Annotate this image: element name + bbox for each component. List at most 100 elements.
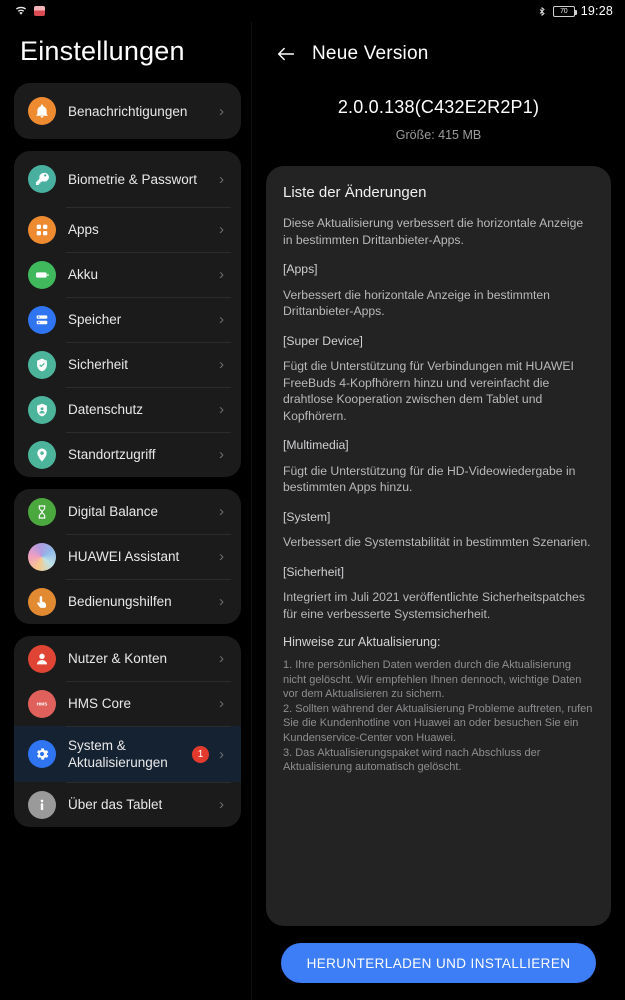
privacy-shield-icon-glyph bbox=[34, 402, 50, 418]
version-number: 2.0.0.138(C432E2R2P1) bbox=[337, 97, 540, 117]
row-divider bbox=[66, 297, 231, 298]
row-divider bbox=[66, 681, 231, 682]
storage-icon bbox=[28, 305, 56, 334]
sidebar-item-label: Datenschutz bbox=[68, 402, 144, 417]
hourglass-icon-glyph bbox=[34, 504, 50, 520]
changelog-summary: Diese Aktualisierung verbessert die hori… bbox=[283, 216, 584, 247]
chevron-right-icon: › bbox=[219, 593, 224, 610]
battery-icon: 70 bbox=[552, 5, 577, 17]
chevron-right-icon: › bbox=[219, 796, 224, 813]
key-icon bbox=[28, 165, 56, 193]
row-divider bbox=[66, 207, 231, 208]
changelog-section-head: [Super Device] bbox=[283, 333, 363, 348]
user-account-icon bbox=[28, 644, 56, 673]
hms-core-icon-glyph: HMS bbox=[34, 696, 50, 712]
chevron-right-icon: › bbox=[219, 221, 224, 238]
row-divider bbox=[66, 432, 231, 433]
sidebar-item-benachrichtigungen[interactable]: Benachrichtigungen › bbox=[14, 83, 241, 139]
chevron-right-icon: › bbox=[219, 266, 224, 283]
back-arrow-icon[interactable] bbox=[274, 42, 298, 66]
sidebar-item-hms-core[interactable]: HMS HMS Core › bbox=[14, 681, 241, 726]
chevron-right-icon: › bbox=[219, 170, 224, 188]
bell-icon-glyph bbox=[34, 103, 50, 119]
sidebar-group: Nutzer & Konten › HMS HMS Core › System & Akt… bbox=[14, 636, 241, 827]
row-divider bbox=[66, 252, 231, 253]
changelog-card: Liste der Änderungen Diese Aktualisierun… bbox=[266, 166, 611, 926]
chevron-right-icon: › bbox=[219, 548, 224, 565]
detail-header: Neue Version bbox=[252, 22, 625, 70]
row-divider bbox=[66, 726, 231, 727]
sidebar-item-akku[interactable]: Akku › bbox=[14, 252, 241, 297]
gear-icon-glyph bbox=[34, 746, 50, 762]
changelog-section-text: Verbessert die horizontale Anzeige in be… bbox=[283, 287, 550, 319]
hms-core-icon: HMS bbox=[28, 689, 56, 718]
assistant-gradient-icon bbox=[28, 542, 56, 571]
wifi-icon bbox=[14, 5, 28, 17]
settings-screen: 70 19:28 Einstellungen Benachrichtigunge… bbox=[0, 0, 625, 1000]
sidebar-item-standortzugriff[interactable]: Standortzugriff › bbox=[14, 432, 241, 477]
package-size: Größe: 415 MB bbox=[395, 128, 482, 142]
battery-level: 70 bbox=[560, 7, 568, 15]
sidebar-item-label: HUAWEI Assistant bbox=[68, 549, 180, 564]
sidebar-item-speicher[interactable]: Speicher › bbox=[14, 297, 241, 342]
sidebar-item-bedienungshilfen[interactable]: Bedienungshilfen › bbox=[14, 579, 241, 624]
sidebar-item-datenschutz[interactable]: Datenschutz › bbox=[14, 387, 241, 432]
sidebar-item-nutzer-konten[interactable]: Nutzer & Konten › bbox=[14, 636, 241, 681]
download-install-button[interactable]: HERUNTERLADEN UND INSTALLIEREN bbox=[280, 943, 597, 983]
sidebar-item-label: Bedienungshilfen bbox=[68, 594, 172, 609]
sidebar-item-label: Sicherheit bbox=[68, 357, 129, 372]
changelog-section-head: [Sicherheit] bbox=[283, 564, 344, 579]
battery-icon-glyph bbox=[34, 267, 50, 283]
page-title: Einstellungen bbox=[20, 36, 185, 66]
sidebar-item-system-aktualisierungen[interactable]: System & Aktualisierungen 1 › bbox=[14, 726, 241, 782]
chevron-right-icon: › bbox=[219, 503, 224, 520]
battery-icon bbox=[28, 260, 56, 289]
detail-title: Neue Version bbox=[312, 43, 429, 64]
changelog-section-text: Integriert im Juli 2021 veröffentlichte … bbox=[283, 590, 585, 621]
status-bar: 70 19:28 bbox=[0, 0, 625, 22]
sidebar-item-label: Digital Balance bbox=[68, 504, 159, 519]
info-icon bbox=[28, 790, 56, 819]
apps-grid-icon-glyph bbox=[34, 222, 50, 238]
chevron-right-icon: › bbox=[219, 745, 224, 763]
changelog-section-text: Fügt die Unterstützung für Verbindungen … bbox=[283, 359, 574, 423]
location-pin-icon bbox=[28, 440, 56, 469]
sidebar-item-label: Speicher bbox=[68, 312, 122, 327]
screen-record-icon bbox=[34, 6, 45, 16]
sidebar-group: Biometrie & Passwort › Apps › Akku › Speicher ›… bbox=[14, 151, 241, 477]
changelog-section-head: [System] bbox=[283, 509, 331, 524]
row-divider bbox=[66, 579, 231, 580]
sidebar-item-label: HMS Core bbox=[68, 696, 132, 711]
chevron-right-icon: › bbox=[219, 356, 224, 373]
chevron-right-icon: › bbox=[219, 446, 224, 463]
svg-text:HMS: HMS bbox=[37, 701, 48, 707]
sidebar-group: Digital Balance › HUAWEI Assistant › Bedienu… bbox=[14, 489, 241, 624]
sidebar-item-digital-balance[interactable]: Digital Balance › bbox=[14, 489, 241, 534]
row-divider bbox=[66, 782, 231, 783]
location-pin-icon-glyph bbox=[34, 447, 50, 463]
storage-icon-glyph bbox=[34, 312, 50, 328]
sidebar-item-label: Biometrie & Passwort bbox=[68, 171, 198, 187]
shield-check-icon bbox=[28, 350, 56, 379]
update-count-badge: 1 bbox=[192, 745, 209, 763]
settings-sidebar[interactable]: Einstellungen Benachrichtigungen › Biometr… bbox=[0, 22, 252, 1000]
info-icon-glyph bbox=[34, 797, 50, 813]
sidebar-item-label: Benachrichtigungen bbox=[68, 103, 188, 119]
sidebar-item-ber-das-tablet[interactable]: Über das Tablet › bbox=[14, 782, 241, 827]
sidebar-item-biometrie-passwort[interactable]: Biometrie & Passwort › bbox=[14, 151, 241, 207]
row-divider bbox=[66, 534, 231, 535]
changelog-section-text: Fügt die Unterstützung für die HD-Videow… bbox=[283, 463, 576, 495]
sidebar-item-sicherheit[interactable]: Sicherheit › bbox=[14, 342, 241, 387]
sidebar-item-label: Standortzugriff bbox=[68, 447, 156, 462]
content-area: Einstellungen Benachrichtigungen › Biometr… bbox=[0, 22, 625, 1000]
sidebar-item-label: System & Aktualisierungen bbox=[68, 738, 168, 770]
sidebar-item-apps[interactable]: Apps › bbox=[14, 207, 241, 252]
sidebar-item-huawei-assistant[interactable]: HUAWEI Assistant › bbox=[14, 534, 241, 579]
chevron-right-icon: › bbox=[219, 695, 224, 712]
clock: 19:28 bbox=[580, 4, 613, 18]
status-bar-right: 70 19:28 bbox=[537, 4, 613, 18]
changelog-section-text: Verbessert die Systemstabilität in besti… bbox=[283, 535, 591, 549]
chevron-right-icon: › bbox=[219, 650, 224, 667]
gear-icon bbox=[28, 740, 56, 768]
bell-icon bbox=[28, 97, 56, 125]
